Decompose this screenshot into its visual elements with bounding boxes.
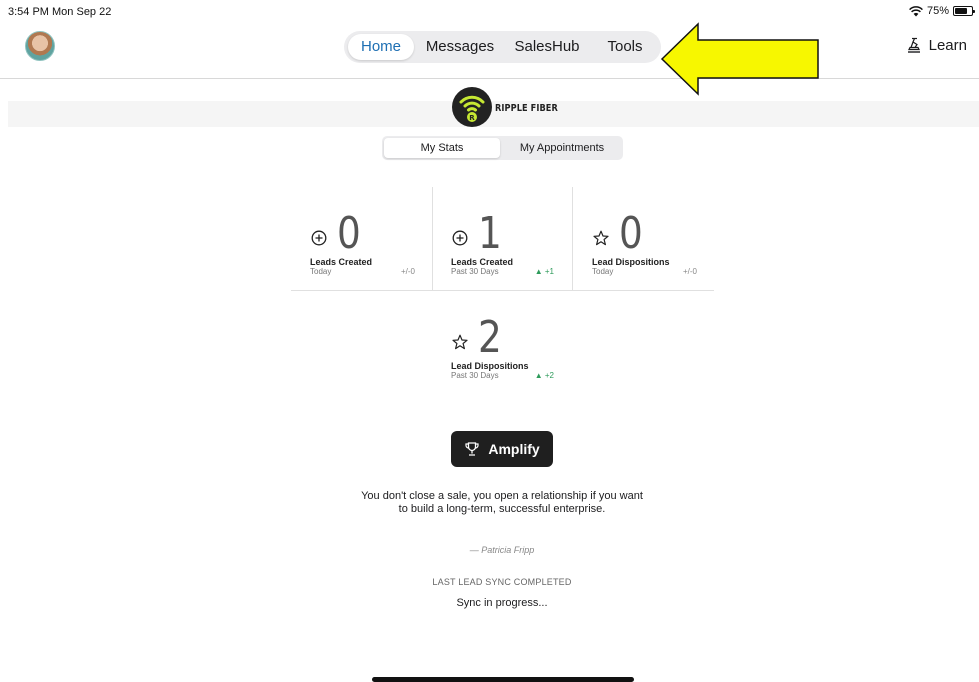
stat-label: Leads Created	[310, 257, 373, 267]
learn-icon	[907, 37, 920, 53]
logo-band	[8, 101, 979, 127]
card-divider	[291, 290, 714, 291]
stat-period: Past 30 Days	[451, 267, 499, 276]
tab-saleshub[interactable]: SalesHub	[508, 34, 586, 60]
stat-card-dispositions-today[interactable]: 0 Lead Dispositions Today +/-0	[573, 190, 713, 290]
svg-text:R: R	[469, 114, 475, 122]
stat-delta: ▲ +2	[534, 371, 554, 380]
tab-home[interactable]: Home	[348, 34, 414, 60]
header-divider	[0, 78, 979, 79]
stat-value: 0	[619, 208, 643, 259]
stat-delta: +/-0	[400, 267, 415, 276]
stat-delta: ▲ +1	[534, 267, 554, 276]
annotation-arrow-icon	[660, 22, 819, 96]
sync-status: Sync in progress...	[456, 597, 548, 609]
stat-value: 1	[478, 208, 502, 259]
amplify-label: Amplify	[488, 441, 540, 457]
learn-label: Learn	[928, 36, 967, 54]
plus-circle-icon	[452, 230, 468, 246]
quote-text: You don't close a sale, you open a relat…	[361, 490, 643, 515]
stat-label: Leads Created	[451, 257, 514, 267]
stat-card-leads-30-days[interactable]: 1 Leads Created Past 30 Days ▲ +1	[432, 190, 572, 290]
stat-label: Lead Dispositions	[451, 361, 529, 371]
stats-segmented-control: My Stats My Appointments	[382, 136, 623, 160]
learn-button[interactable]: Learn	[905, 36, 967, 54]
stat-period: Today	[592, 267, 614, 276]
battery-percentage: 75%	[926, 5, 949, 17]
tab-messages[interactable]: Messages	[420, 34, 500, 60]
avatar[interactable]	[25, 31, 55, 61]
brand-name: RIPPLE FIBER	[495, 103, 558, 114]
segment-my-appointments[interactable]: My Appointments	[503, 138, 621, 158]
wifi-icon	[909, 5, 923, 16]
stat-period: Today	[310, 267, 332, 276]
main-nav-tabs: Home Messages SalesHub Tools	[344, 31, 661, 63]
stat-label: Lead Dispositions	[592, 257, 670, 267]
card-divider	[432, 187, 433, 291]
stat-period: Past 30 Days	[451, 371, 499, 380]
ripple-fiber-logo-icon: R	[452, 87, 492, 127]
stat-delta: +/-0	[682, 267, 697, 276]
battery-icon	[953, 6, 975, 16]
stat-value: 0	[337, 208, 361, 259]
card-divider	[572, 187, 573, 291]
trophy-icon	[465, 442, 479, 456]
star-icon	[452, 334, 468, 350]
tab-tools[interactable]: Tools	[594, 34, 656, 60]
segment-my-stats[interactable]: My Stats	[384, 138, 500, 158]
stat-card-dispositions-30-days[interactable]: 2 Lead Dispositions Past 30 Days ▲ +2	[432, 294, 572, 394]
status-indicators: 75%	[909, 5, 975, 17]
quote-author: — Patricia Fripp	[469, 545, 535, 555]
star-icon	[593, 230, 609, 246]
home-indicator[interactable]	[372, 677, 634, 682]
sync-title: LAST LEAD SYNC COMPLETED	[432, 577, 572, 587]
stat-card-leads-today[interactable]: 0 Leads Created Today +/-0	[291, 190, 431, 290]
amplify-button[interactable]: Amplify	[451, 431, 553, 467]
plus-circle-icon	[311, 230, 327, 246]
status-time: 3:54 PM Mon Sep 22	[8, 6, 112, 18]
stat-value: 2	[478, 312, 502, 363]
